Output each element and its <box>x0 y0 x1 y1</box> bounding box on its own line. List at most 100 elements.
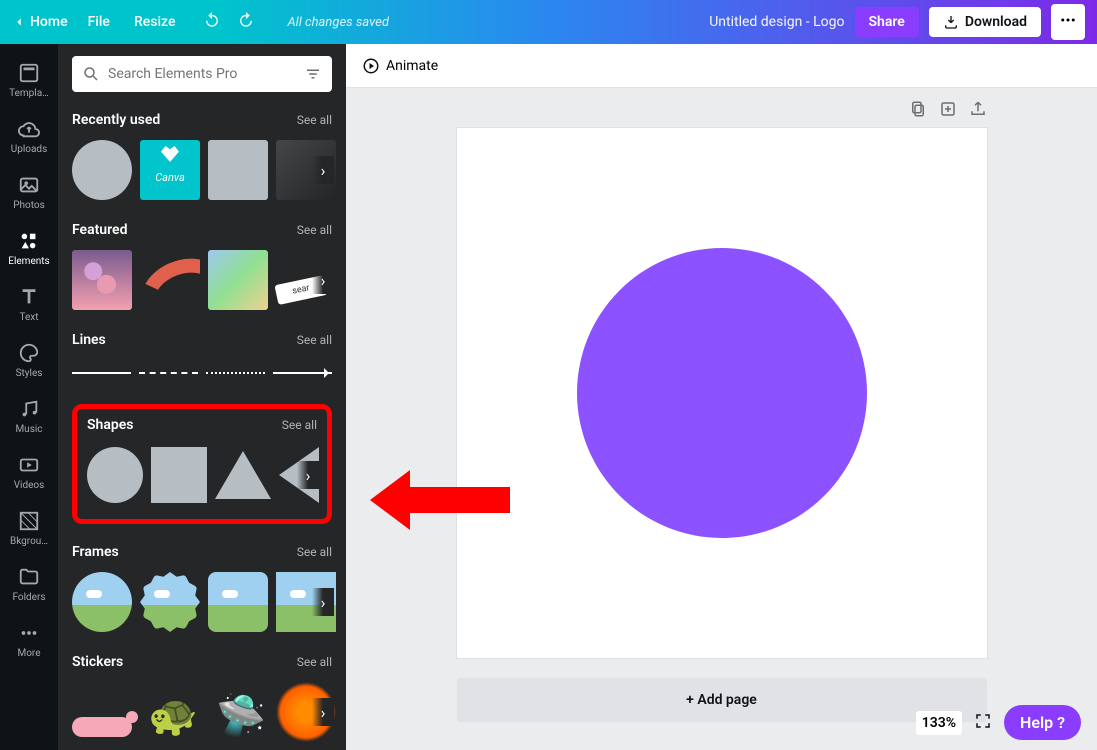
scroll-right-button[interactable]: › <box>312 266 334 294</box>
help-button[interactable]: Help ? <box>1004 705 1081 740</box>
share-button[interactable]: Share <box>855 7 919 37</box>
search-icon <box>82 65 100 83</box>
fullscreen-button[interactable] <box>974 712 992 734</box>
cloud-upload-icon <box>18 118 40 140</box>
line-dotted[interactable] <box>206 372 265 374</box>
recently-used-section: Recently used See all Canva › <box>72 112 332 202</box>
more-menu-button[interactable] <box>1051 4 1085 40</box>
add-page-button[interactable]: + Add page <box>457 678 987 722</box>
ellipsis-icon <box>18 622 40 644</box>
sticker-thumb[interactable] <box>72 717 132 737</box>
see-all-link[interactable]: See all <box>297 545 332 559</box>
shape-square[interactable] <box>151 447 207 503</box>
frame-thumb[interactable] <box>140 572 200 632</box>
see-all-link[interactable]: See all <box>282 418 317 432</box>
design-page[interactable] <box>457 128 987 658</box>
shape-triangle[interactable] <box>215 451 271 499</box>
copy-page-icon[interactable] <box>909 100 927 118</box>
see-all-link[interactable]: See all <box>297 223 332 237</box>
search-bar[interactable] <box>72 56 332 92</box>
frames-section: Frames See all › <box>72 544 332 634</box>
section-title: Featured <box>72 222 127 238</box>
filter-icon[interactable] <box>304 65 322 83</box>
element-thumb[interactable] <box>208 250 268 310</box>
photo-icon <box>18 174 40 196</box>
nav-music[interactable]: Music <box>0 388 58 444</box>
nav-elements[interactable]: Elements <box>0 220 58 276</box>
section-title: Recently used <box>72 112 160 128</box>
shape-circle[interactable] <box>87 447 143 503</box>
stickers-section: StickersSee all › <box>72 654 332 744</box>
element-thumb[interactable] <box>208 140 268 200</box>
element-thumb[interactable] <box>72 140 132 200</box>
see-all-link[interactable]: See all <box>297 113 332 127</box>
top-bar: Home File Resize All changes saved Untit… <box>0 0 1097 44</box>
frame-thumb[interactable] <box>72 572 132 632</box>
element-thumb[interactable] <box>72 250 132 310</box>
nav-styles[interactable]: Styles <box>0 332 58 388</box>
nav-rail: Templa… Uploads Photos Elements Text Sty… <box>0 44 58 750</box>
home-label: Home <box>30 14 68 30</box>
canvas-area: Animate + Add page 133% Help ? <box>346 44 1097 750</box>
bottom-bar: 133% Help ? <box>916 705 1081 740</box>
sticker-thumb[interactable] <box>208 682 268 742</box>
canvas-toolbar: Animate <box>346 44 1097 88</box>
zoom-level[interactable]: 133% <box>916 711 962 735</box>
section-title: Frames <box>72 544 119 560</box>
nav-folders[interactable]: Folders <box>0 556 58 612</box>
see-all-link[interactable]: See all <box>297 655 332 669</box>
fullscreen-icon <box>974 712 992 730</box>
save-status: All changes saved <box>287 15 388 30</box>
download-icon <box>943 14 959 30</box>
nav-uploads[interactable]: Uploads <box>0 108 58 164</box>
templates-icon <box>18 62 40 84</box>
frame-thumb[interactable] <box>208 572 268 632</box>
palette-icon <box>18 342 40 364</box>
nav-more[interactable]: More <box>0 612 58 668</box>
document-title[interactable]: Untitled design - Logo <box>709 14 844 30</box>
undo-icon <box>203 11 221 29</box>
resize-menu[interactable]: Resize <box>134 14 176 30</box>
scroll-right-button[interactable]: › <box>312 156 334 184</box>
nav-videos[interactable]: Videos <box>0 444 58 500</box>
download-button[interactable]: Download <box>929 7 1041 37</box>
redo-icon <box>237 11 255 29</box>
animate-icon <box>362 57 380 75</box>
elements-icon <box>18 230 40 252</box>
folder-icon <box>18 566 40 588</box>
video-icon <box>18 454 40 476</box>
nav-templates[interactable]: Templa… <box>0 52 58 108</box>
file-menu[interactable]: File <box>88 14 110 30</box>
section-title: Lines <box>72 332 106 348</box>
background-icon <box>18 510 40 532</box>
search-input[interactable] <box>108 66 296 82</box>
sticker-thumb[interactable] <box>140 682 200 742</box>
home-button[interactable]: Home <box>12 14 68 30</box>
undo-button[interactable] <box>203 11 221 33</box>
ellipsis-icon <box>1059 11 1077 29</box>
music-icon <box>18 398 40 420</box>
featured-section: FeaturedSee all sear › <box>72 222 332 312</box>
line-arrow[interactable] <box>273 372 332 374</box>
chevron-left-icon <box>12 15 26 29</box>
element-thumb[interactable] <box>140 250 200 310</box>
share-page-icon[interactable] <box>969 100 987 118</box>
nav-photos[interactable]: Photos <box>0 164 58 220</box>
scroll-right-button[interactable]: › <box>297 461 319 489</box>
duplicate-page-icon[interactable] <box>939 100 957 118</box>
lines-section: Lines See all <box>72 332 332 388</box>
elements-panel: Recently used See all Canva › Featured See… <box>58 44 346 750</box>
nav-text[interactable]: Text <box>0 276 58 332</box>
animate-button[interactable]: Animate <box>362 57 438 75</box>
element-thumb[interactable]: Canva <box>140 140 200 200</box>
arrow-left-icon <box>370 465 510 535</box>
canvas-viewport[interactable]: + Add page <box>346 88 1097 750</box>
see-all-link[interactable]: See all <box>297 333 332 347</box>
line-dashed[interactable] <box>139 372 198 374</box>
scroll-right-button[interactable]: › <box>312 588 334 616</box>
nav-background[interactable]: Bkgrou… <box>0 500 58 556</box>
scroll-right-button[interactable]: › <box>312 698 334 726</box>
circle-element[interactable] <box>577 248 867 538</box>
line-solid[interactable] <box>72 372 131 374</box>
redo-button[interactable] <box>237 11 255 33</box>
